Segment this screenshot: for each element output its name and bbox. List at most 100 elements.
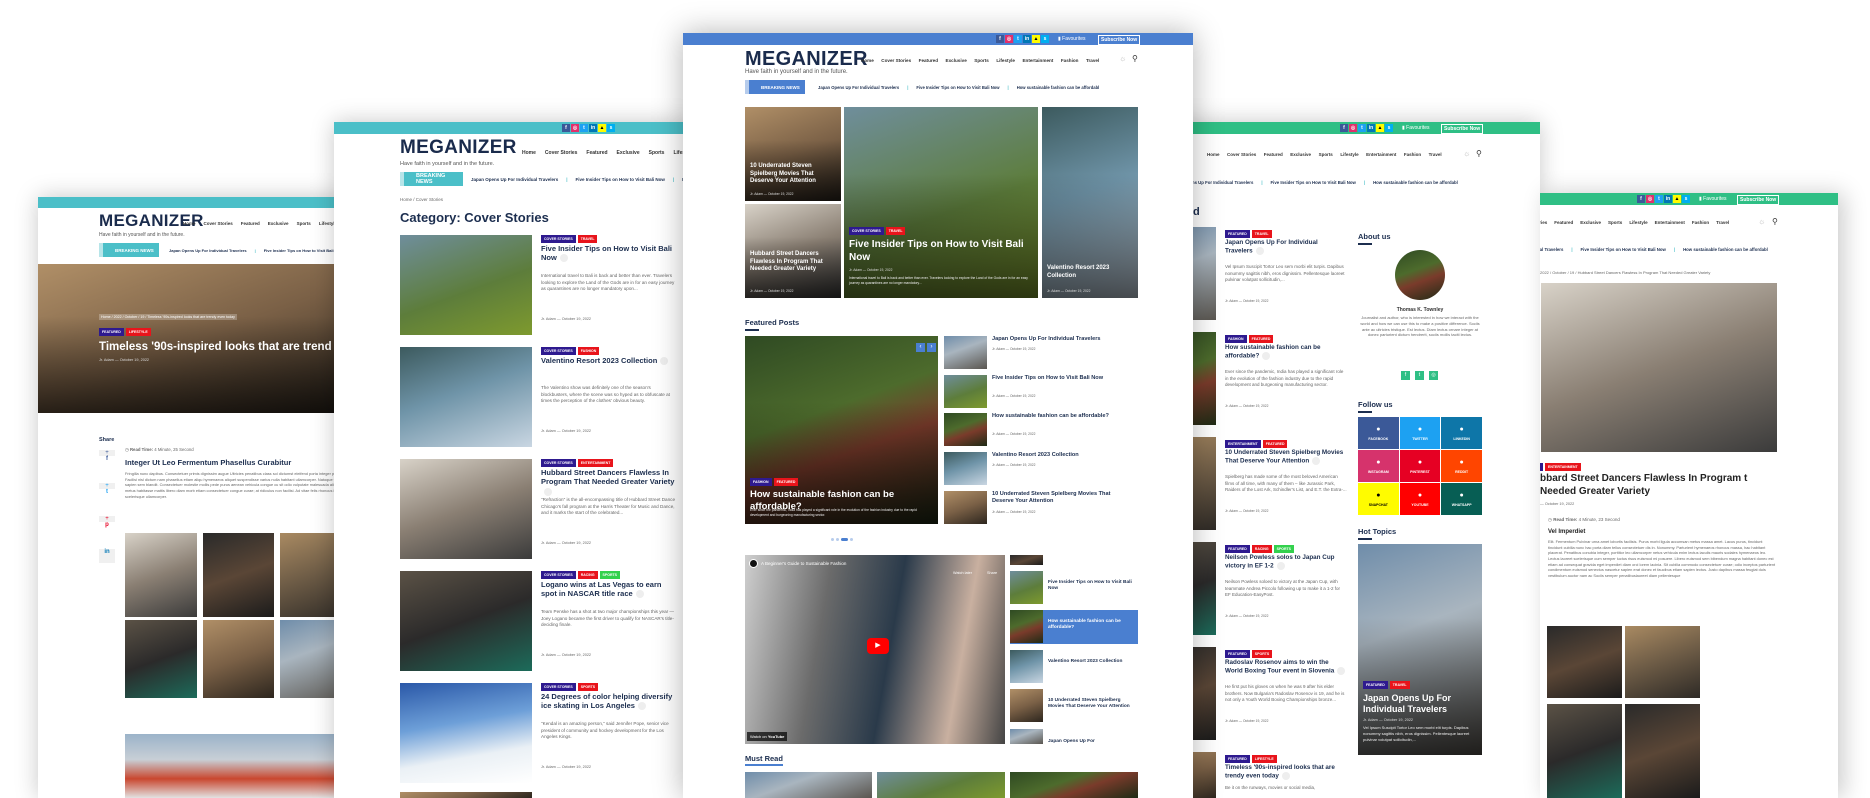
ticker-item[interactable]: Japan Opens Up For Individual Travelers	[471, 177, 558, 182]
nav-item-entertainment[interactable]: Entertainment	[1366, 152, 1396, 157]
nav-item-fashion[interactable]: Fashion	[1061, 58, 1079, 63]
nav-item-home[interactable]: Home	[1207, 152, 1220, 157]
author[interactable]: Jr. Adam	[992, 463, 1005, 467]
author[interactable]: Jr. Adam	[992, 510, 1005, 514]
follow-instagram-button[interactable]: ● Instagram	[1358, 450, 1399, 482]
share-facebook-button[interactable]: + f	[99, 450, 115, 476]
author[interactable]: Jr. Adam	[1225, 719, 1238, 723]
tag[interactable]: Entertainment	[1225, 440, 1261, 448]
nav-item-travel[interactable]: Travel	[1086, 58, 1099, 63]
nav-item-exclusive[interactable]: Exclusive	[1580, 220, 1601, 225]
ticker-item[interactable]: How sustainable fashion can be affordabl	[1674, 247, 1768, 252]
tag[interactable]: Travel	[1251, 230, 1272, 238]
nav-item-featured[interactable]: Featured	[586, 150, 607, 156]
slider-dot[interactable]	[850, 538, 853, 541]
nav-item-lifestyle[interactable]: Lifestyle	[1629, 220, 1647, 225]
breadcrumb[interactable]: Home / Cover Stories	[400, 197, 443, 202]
post-thumbnail[interactable]	[400, 683, 532, 783]
tag[interactable]: Racing	[577, 571, 598, 579]
must-read-card[interactable]	[877, 772, 1005, 798]
ticker-item[interactable]: How sustainable fashion can be affordabl	[1364, 180, 1458, 185]
tag[interactable]: Cover Stories	[849, 227, 884, 235]
tag[interactable]: Travel	[1389, 681, 1410, 689]
twitter-icon[interactable]: t	[1655, 195, 1663, 203]
facebook-icon[interactable]: f	[1637, 195, 1645, 203]
gallery-image[interactable]	[125, 734, 358, 798]
theme-toggle-sun-icon[interactable]: ☼	[1463, 149, 1470, 158]
video-list-title[interactable]: 10 Underrated Steven Spielberg Movies Th…	[1048, 698, 1134, 710]
nav-item-exclusive[interactable]: Exclusive	[946, 58, 967, 63]
must-read-card[interactable]	[745, 772, 872, 798]
facebook-icon[interactable]: f	[996, 35, 1004, 43]
nav-item-sports[interactable]: Sports	[1319, 152, 1333, 157]
ticker-item[interactable]: Japan Opens Up For Individual Travelers	[818, 85, 899, 90]
author[interactable]: Jr. Adam	[541, 653, 556, 657]
instagram-icon[interactable]: ◎	[1429, 371, 1438, 380]
post-thumbnail[interactable]	[944, 491, 987, 524]
snapchat-icon[interactable]: ▲	[1032, 35, 1040, 43]
slider-dot[interactable]	[836, 538, 839, 541]
nav-item-sports[interactable]: Sports	[1608, 220, 1622, 225]
breaking-news-ticker[interactable]: Japan Opens Up For Individual TravelersF…	[1170, 180, 1458, 185]
nav-item-sports[interactable]: Sports	[974, 58, 989, 63]
skype-icon[interactable]: s	[1682, 195, 1690, 203]
snapchat-icon[interactable]: ▲	[1376, 124, 1384, 132]
bookmark-button[interactable]	[559, 254, 568, 263]
ticker-item[interactable]: Five Insider Tips on How to Visit Bali N…	[907, 85, 999, 90]
post-title[interactable]: Valentino Resort 2023 Collection	[992, 452, 1132, 459]
bookmark-button[interactable]	[1281, 771, 1290, 780]
bookmark-button[interactable]	[635, 590, 644, 599]
linkedin-icon[interactable]: in	[589, 124, 597, 132]
search-icon[interactable]: ⚲	[1772, 217, 1778, 226]
author[interactable]: Jr. Adam	[1225, 614, 1238, 618]
nav-item-home[interactable]: Home	[861, 58, 874, 63]
skype-icon[interactable]: s	[1385, 124, 1393, 132]
tag[interactable]: Sports	[1251, 650, 1273, 658]
bookmark-button[interactable]	[1276, 561, 1285, 570]
video-list-title[interactable]: Japan Opens Up For	[1048, 739, 1134, 745]
nav-item-lifestyle[interactable]: Lifestyle	[1340, 152, 1358, 157]
tag[interactable]: Entertainment	[1544, 463, 1581, 471]
author[interactable]: Jr. Adam	[541, 541, 556, 545]
post-title[interactable]: 10 Underrated Steven Spielberg Movies Th…	[1225, 449, 1347, 465]
site-logo[interactable]: MEGANIZER	[400, 138, 517, 157]
bookmark-button[interactable]	[544, 487, 552, 496]
bookmark-button[interactable]	[1337, 666, 1346, 675]
share-linkedin-button[interactable]: in	[99, 549, 115, 563]
gallery-image[interactable]	[125, 620, 197, 698]
tag[interactable]: Lifestyle	[125, 328, 151, 336]
follow-youtube-button[interactable]: ● YouTube	[1399, 483, 1441, 515]
nav-item-exclusive[interactable]: Exclusive	[268, 221, 289, 226]
author[interactable]: Jr. Adam	[992, 347, 1005, 351]
nav-item-fashion[interactable]: Fashion	[1692, 220, 1709, 225]
post-thumbnail[interactable]	[400, 571, 532, 671]
twitter-icon[interactable]: t	[1014, 35, 1022, 43]
breadcrumb[interactable]: Home / 2022 / October / 19 / Timeless '9…	[99, 314, 237, 320]
bookmark-button[interactable]	[660, 357, 669, 366]
tag[interactable]: Cover Stories	[541, 571, 576, 579]
ticker-item[interactable]: Five Insider Tips on How to Visit Bali N…	[255, 248, 343, 253]
ticker-item[interactable]: Japan Opens Up For Individual Travelers	[1540, 247, 1563, 252]
snapchat-icon[interactable]: ▲	[1673, 195, 1681, 203]
tag[interactable]: Travel	[885, 227, 906, 235]
ticker-item[interactable]: How sustainable fashion can be affordabl	[1008, 85, 1100, 90]
nav-item-sports[interactable]: Sports	[297, 221, 311, 226]
breadcrumb[interactable]: 2022 / October / 19 / Hubbard Street Dan…	[1540, 270, 1710, 275]
breaking-news-ticker[interactable]: Japan Opens Up For Individual Travelers F…	[471, 177, 694, 182]
follow-linkedin-button[interactable]: ● LinkedIn	[1441, 417, 1482, 449]
ticker-item[interactable]: Five Insider Tips on How to Visit Bali N…	[566, 177, 665, 182]
twitter-icon[interactable]: t	[580, 124, 588, 132]
nav-item-home[interactable]: Home	[522, 150, 536, 156]
bookmark-button[interactable]	[1312, 456, 1321, 465]
post-thumbnail[interactable]	[944, 413, 987, 446]
post-title[interactable]: Neilson Powless solos to Japan Cup victo…	[1225, 554, 1347, 570]
tag[interactable]: Entertainment	[577, 459, 614, 467]
video-list-title[interactable]: Five Insider Tips on How to Visit Bali N…	[1048, 580, 1134, 592]
hot-topic-image[interactable]	[1358, 544, 1482, 755]
gallery-image[interactable]	[1625, 626, 1700, 698]
tag[interactable]: Cover Stories	[541, 235, 576, 243]
tag[interactable]: Featured	[1225, 230, 1250, 238]
hot-topic-title[interactable]: Japan Opens Up For Individual Travelers	[1363, 693, 1481, 716]
video-list-thumb[interactable]	[1010, 689, 1043, 722]
instagram-icon[interactable]: ◎	[571, 124, 579, 132]
